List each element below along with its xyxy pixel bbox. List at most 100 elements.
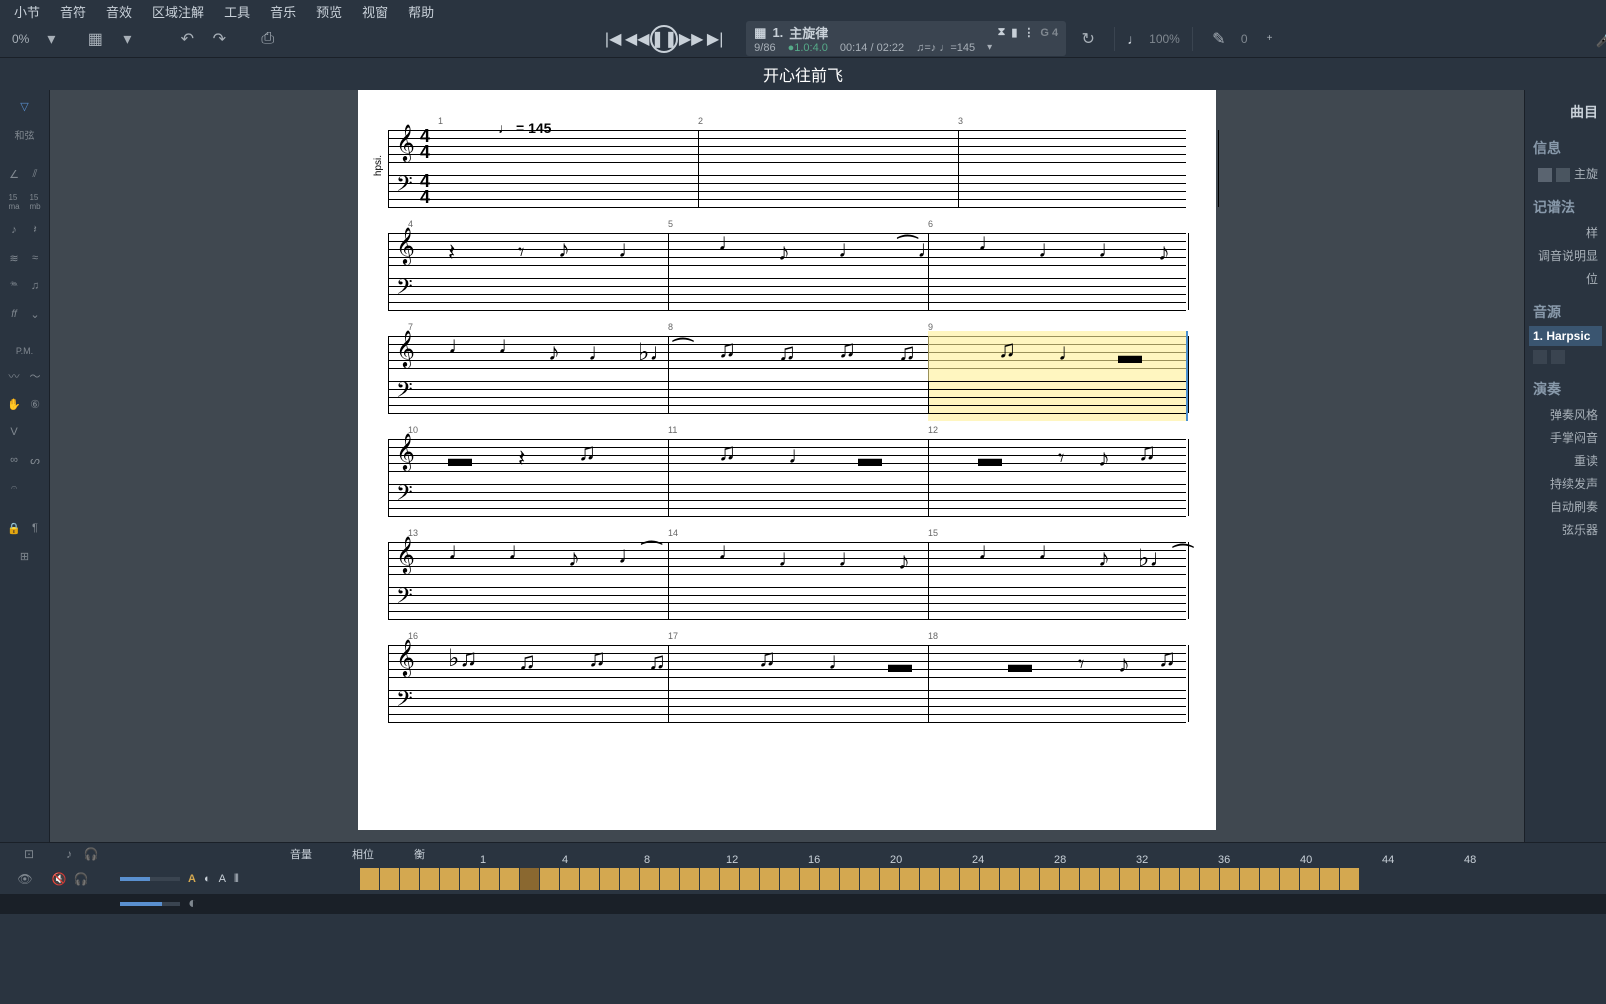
treble-staff[interactable]: 𝄞101112▬𝄽♫♫♩▬▬𝄾♪♫ <box>388 439 1186 479</box>
empty-tool-1[interactable] <box>26 420 45 444</box>
bass-staff[interactable]: 𝄢 <box>388 484 1186 524</box>
track-measure-block[interactable] <box>420 868 439 890</box>
track-measure-block[interactable] <box>1200 868 1219 890</box>
loop-button[interactable]: ↻ <box>1074 25 1102 53</box>
menu-bar-item[interactable]: 音符 <box>50 0 96 20</box>
track-measure-block[interactable] <box>1220 868 1239 890</box>
track-measure-block[interactable] <box>360 868 379 890</box>
track-measure-block[interactable] <box>860 868 879 890</box>
track-measure-block[interactable] <box>640 868 659 890</box>
track-expand-icon[interactable]: ⊡ <box>20 845 38 863</box>
track-measure-block[interactable] <box>1080 868 1099 890</box>
performance-item[interactable]: 自动刷奏 <box>1529 495 1602 518</box>
track-clip-region[interactable] <box>360 868 1606 890</box>
undo-button[interactable]: ↶ <box>173 25 201 53</box>
track-visibility-icon[interactable]: 👁 <box>16 870 34 888</box>
time-signature[interactable]: 44 <box>420 128 430 160</box>
tremolo-tool-2[interactable]: ≈ <box>26 246 45 270</box>
eq-icon[interactable]: ⦀ <box>234 873 239 886</box>
notes-region[interactable]: ♩♩♪♩♭♩⁀♫♫♫♫♫♩▬ <box>438 336 1176 376</box>
track-measure-block[interactable] <box>660 868 679 890</box>
ottava-15mb[interactable]: 15mb <box>26 190 45 214</box>
notation-item[interactable]: 调音说明显 <box>1529 244 1602 267</box>
track-measure-block[interactable] <box>580 868 599 890</box>
rest-tool[interactable]: 𝄽 <box>26 218 45 242</box>
notes-region[interactable]: 𝄽𝄾♪♩♩♪♩⁀♩♩♩♩♪ <box>438 233 1176 273</box>
track-mute-icon[interactable]: ♪ <box>60 845 78 863</box>
s-tool[interactable]: ᔕ <box>26 448 45 472</box>
staff-system[interactable]: 𝄞456𝄽𝄾♪♩♩♪♩⁀♩♩♩♩♪ 𝄢 <box>388 233 1186 318</box>
track-measure-block[interactable] <box>820 868 839 890</box>
score-viewport[interactable]: = 145 𝄞44hpsi.123𝄢44𝄞456𝄽𝄾♪♩♩♪♩⁀♩♩♩♩♪𝄢𝄞7… <box>50 90 1524 842</box>
bass-staff[interactable]: 𝄢44 <box>388 175 1186 215</box>
menu-bar-item[interactable]: 工具 <box>214 0 260 20</box>
track-measure-block[interactable] <box>1120 868 1139 890</box>
track-measure-block[interactable] <box>1140 868 1159 890</box>
dynamic-ff-tool[interactable]: ff <box>5 302 24 326</box>
menu-bar-item[interactable]: 视窗 <box>352 0 398 20</box>
chord-tool[interactable]: 和弦 <box>5 122 45 146</box>
notes-region[interactable]: ♭♫♫♫♫♫♩▬▬𝄾♪♫ <box>438 645 1176 685</box>
transpose-value[interactable]: 0 <box>1241 32 1248 46</box>
track-measure-block[interactable] <box>980 868 999 890</box>
layout-dropdown-icon[interactable]: ▾ <box>113 25 141 53</box>
track-measure-block[interactable] <box>800 868 819 890</box>
track-solo-icon[interactable]: 🎧 <box>82 845 100 863</box>
performance-item[interactable]: 弹奏风格 <box>1529 403 1602 426</box>
track-measure-block[interactable] <box>760 868 779 890</box>
lock-tool[interactable]: 🔒 <box>5 516 24 540</box>
notation-item[interactable]: 位 <box>1529 267 1602 290</box>
treble-staff[interactable]: 𝄞456𝄽𝄾♪♩♩♪♩⁀♩♩♩♩♪ <box>388 233 1186 273</box>
treble-staff[interactable]: 𝄞44hpsi.123 <box>388 130 1186 170</box>
track-measure-block[interactable] <box>700 868 719 890</box>
bass-staff[interactable]: 𝄢 <box>388 278 1186 318</box>
mini-knob-1[interactable]: ◐ <box>188 895 198 913</box>
track-measure-block[interactable] <box>680 868 699 890</box>
performance-item[interactable]: 重读 <box>1529 449 1602 472</box>
track-measure-block[interactable] <box>560 868 579 890</box>
track-mute-button[interactable]: 🔇 <box>50 870 68 888</box>
vibrato-tool-2[interactable]: 〜 <box>26 364 45 388</box>
edit-tool-icon[interactable]: ▽ <box>5 94 45 118</box>
track-measure-block[interactable] <box>1060 868 1079 890</box>
zoom-level[interactable]: 0% <box>8 32 33 46</box>
track-measure-block[interactable] <box>620 868 639 890</box>
track-measure-block[interactable] <box>440 868 459 890</box>
redo-button[interactable]: ↷ <box>205 25 233 53</box>
treble-staff[interactable]: 𝄞789♩♩♪♩♭♩⁀♫♫♫♫♫♩▬ <box>388 336 1186 376</box>
treble-staff[interactable]: 𝄞161718♭♫♫♫♫♫♩▬▬𝄾♪♫ <box>388 645 1186 685</box>
track-measure-block[interactable] <box>480 868 499 890</box>
articulation-tool-1[interactable]: 𝆮 <box>5 274 24 298</box>
accent-tool-1[interactable]: ∠ <box>5 162 24 186</box>
speed-percent[interactable]: 100% <box>1149 32 1180 46</box>
pan-knob[interactable]: ◐ <box>204 873 211 885</box>
articulation-tool-2[interactable]: ♫ <box>26 274 45 298</box>
staff-system[interactable]: 𝄞161718♭♫♫♫♫♫♩▬▬𝄾♪♫𝄢 <box>388 645 1186 730</box>
mic-icon[interactable]: 🎤 <box>1592 25 1606 53</box>
dynamic-tool-2[interactable]: ⌄ <box>26 302 45 326</box>
track-measure-block[interactable] <box>400 868 419 890</box>
track-measure-block[interactable] <box>1300 868 1319 890</box>
staff-system[interactable]: 𝄞789♩♩♪♩♭♩⁀♫♫♫♫♫♩▬𝄢 <box>388 336 1186 421</box>
track-measure-block[interactable] <box>1100 868 1119 890</box>
track-measure-block[interactable] <box>380 868 399 890</box>
track-headphone-button[interactable]: 🎧 <box>72 870 90 888</box>
menu-bar-item[interactable]: 预览 <box>306 0 352 20</box>
hand-tool[interactable]: ✋ <box>5 392 24 416</box>
v-tool[interactable]: V <box>5 420 24 444</box>
transpose-up-button[interactable]: + <box>1256 25 1284 53</box>
fermata-tool[interactable]: 𝄐 <box>5 476 24 500</box>
track-measure-block[interactable] <box>880 868 899 890</box>
skip-end-button[interactable]: ▶| <box>704 28 726 50</box>
staff-system[interactable]: 𝄞101112▬𝄽♫♫♩▬▬𝄾♪♫ 𝄢 <box>388 439 1186 524</box>
track-measure-block[interactable] <box>1260 868 1279 890</box>
performance-item[interactable]: 弦乐器 <box>1529 518 1602 541</box>
hourglass-icon[interactable]: ⧗ <box>998 26 1006 39</box>
panel-tab-track[interactable]: 曲目 <box>1529 98 1602 126</box>
track-measure-block[interactable] <box>780 868 799 890</box>
tempo-dropdown-icon[interactable]: ▾ <box>987 42 992 54</box>
track-measure-block[interactable] <box>840 868 859 890</box>
vibrato-tool-1[interactable]: 〰 <box>5 364 24 388</box>
menu-bar-item[interactable]: 区域注解 <box>142 0 214 20</box>
rewind-button[interactable]: ◀◀ <box>626 28 648 50</box>
